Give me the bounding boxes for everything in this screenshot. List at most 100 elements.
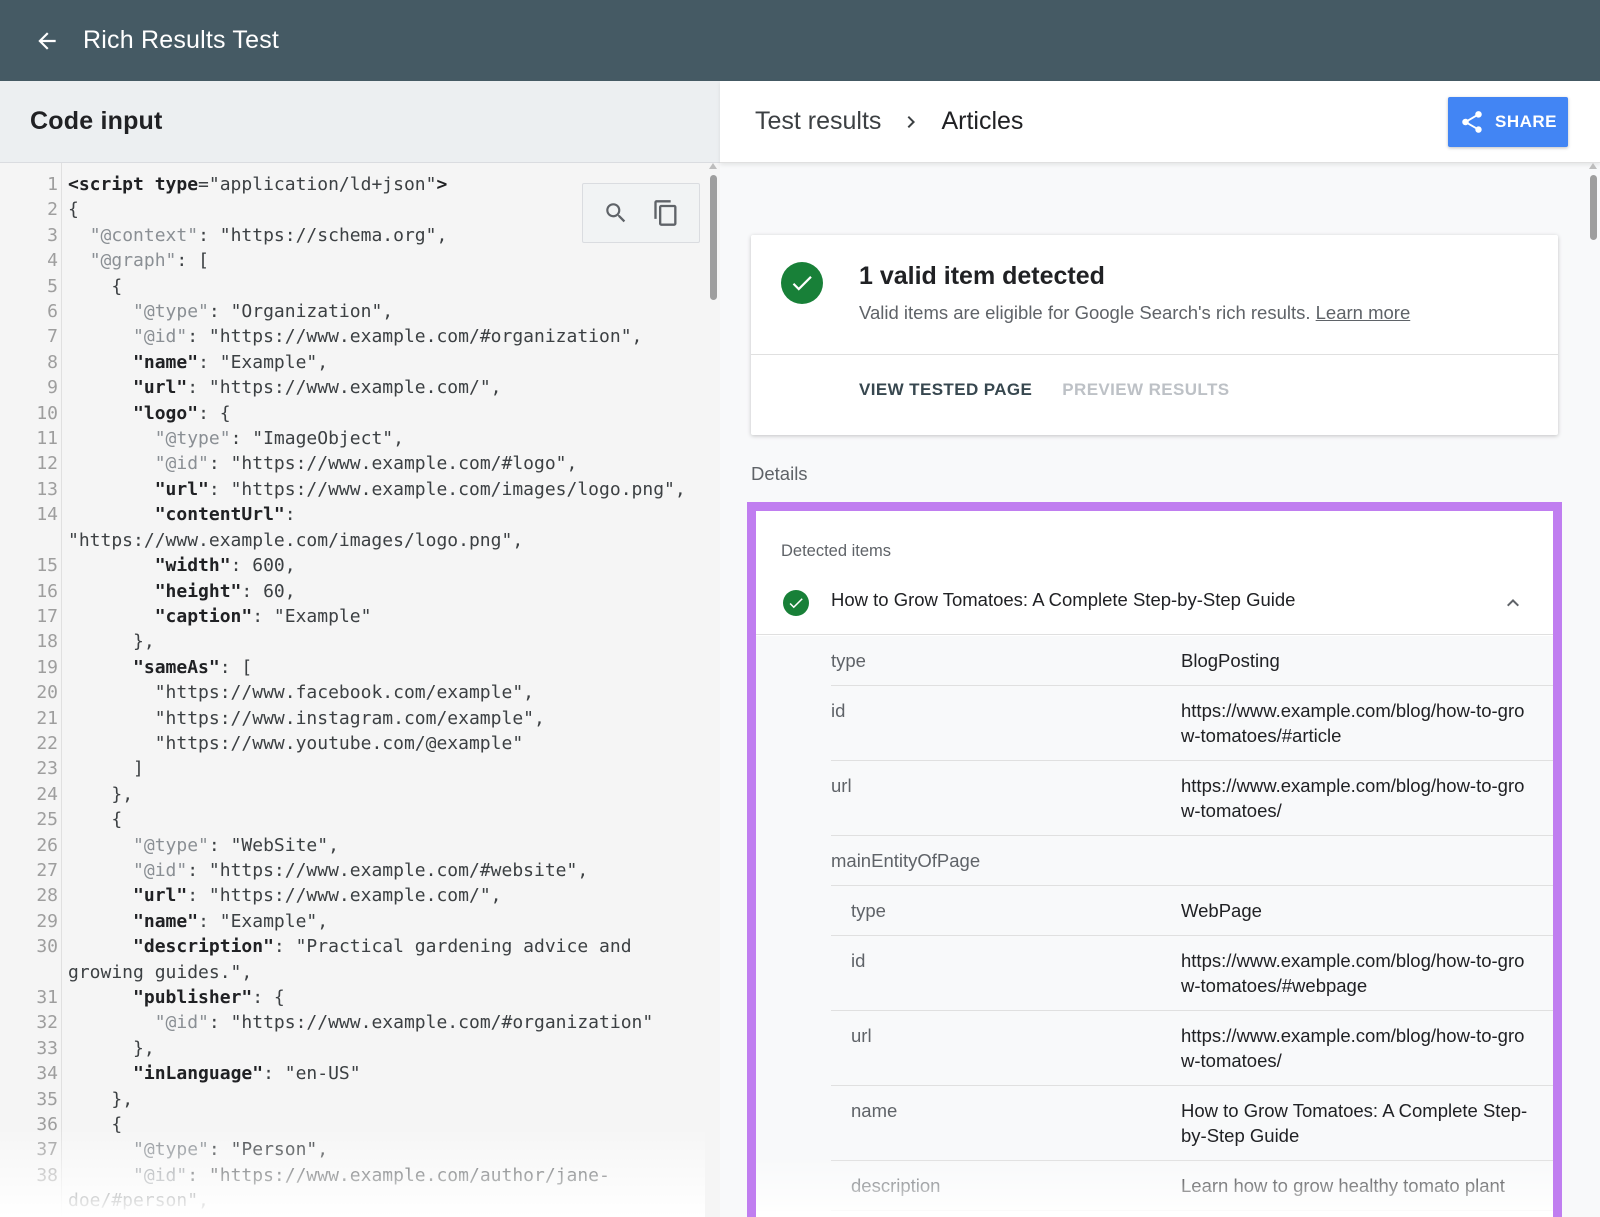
code-input-header: Code input [0, 81, 720, 163]
detected-items-card: Detected items How to Grow Tomatoes: A C… [747, 502, 1562, 1217]
back-arrow-icon[interactable] [29, 23, 65, 59]
share-button[interactable]: SHARE [1448, 97, 1568, 147]
code-line: 8 "name": "Example", [0, 350, 700, 375]
code-line: 12 "@id": "https://www.example.com/#logo… [0, 451, 700, 476]
code-text: ] [68, 758, 144, 780]
line-number: 24 [36, 783, 58, 805]
test-results-panel: Test results Articles SHARE 1 valid item… [720, 81, 1600, 1217]
property-value: https://www.example.com/blog/how-to-grow… [1181, 700, 1525, 746]
code-line: 19 "sameAs": [ [0, 655, 700, 680]
search-icon[interactable] [599, 196, 633, 230]
code-text: "contentUrl": [154, 504, 296, 526]
property-row: id https://www.example.com/blog/how-to-gr… [831, 686, 1553, 761]
line-number: 30 [36, 936, 58, 958]
code-text: doe/#person", [68, 1190, 209, 1212]
line-number: 25 [36, 809, 58, 831]
line-number: 6 [47, 301, 58, 323]
detected-item-row[interactable]: How to Grow Tomatoes: A Complete Step-by… [756, 583, 1553, 635]
code-content[interactable]: 1 <script type="application/ld+json"> 2{3 … [0, 172, 700, 1214]
code-text: "@type": "WebSite", [133, 834, 339, 856]
code-text: "sameAs": [ [133, 656, 253, 678]
check-circle-icon [781, 262, 823, 304]
line-number: 33 [36, 1037, 58, 1059]
line-number: 16 [36, 580, 58, 602]
line-number: 22 [36, 732, 58, 754]
code-text: "@id": "https://www.example.com/#organiz… [133, 326, 643, 348]
line-number: 35 [36, 1088, 58, 1110]
property-key: id [851, 950, 866, 971]
code-line: 9 "url": "https://www.example.com/", [0, 375, 700, 400]
results-header: Test results Articles SHARE [720, 81, 1600, 163]
scroll-up-arrow-icon[interactable] [1589, 163, 1597, 169]
code-line: 17 "caption": "Example" [0, 604, 700, 629]
valid-items-description: Valid items are eligible for Google Sear… [859, 302, 1311, 323]
property-value: https://www.example.com/blog/how-to-grow… [1181, 1025, 1525, 1071]
code-line: 16 "height": 60, [0, 579, 700, 604]
property-value: BlogPosting [1181, 650, 1280, 671]
property-row: mainEntityOfPage [831, 836, 1553, 886]
code-text: "caption": "Example" [154, 605, 372, 627]
code-text: "inLanguage": "en-US" [133, 1063, 361, 1085]
code-line: 20 "https://www.facebook.com/example", [0, 680, 700, 705]
line-number: 32 [36, 1012, 58, 1034]
code-line: 13 "url": "https://www.example.com/image… [0, 477, 700, 502]
code-text: "width": 600, [154, 555, 296, 577]
valid-items-subtitle: Valid items are eligible for Google Sear… [859, 302, 1410, 324]
chevron-right-icon [899, 110, 923, 134]
line-number [0, 1188, 58, 1213]
code-text: { [68, 275, 123, 297]
code-line: 35 }, [0, 1087, 700, 1112]
property-key: url [831, 775, 852, 796]
code-text: "https://www.example.com/images/logo.png… [68, 529, 524, 551]
detected-items-label: Detected items [781, 542, 892, 560]
line-number: 28 [36, 885, 58, 907]
code-line: 34 "inLanguage": "en-US" [0, 1061, 700, 1086]
code-scrollbar[interactable] [706, 163, 720, 1217]
property-row: url https://www.example.com/blog/how-to-g… [831, 1011, 1553, 1086]
scroll-up-arrow-icon[interactable] [709, 163, 717, 169]
details-label: Details [751, 463, 808, 484]
property-value: How to Grow Tomatoes: A Complete Step-by… [1181, 1100, 1528, 1146]
code-line: 25 { [0, 807, 700, 832]
code-line: 30 "description": "Practical gardening a… [0, 934, 700, 959]
line-number: 20 [36, 682, 58, 704]
app-title: Rich Results Test [83, 26, 280, 54]
learn-more-link[interactable]: Learn more [1316, 302, 1411, 323]
code-text: "url": "https://www.example.com/images/l… [154, 478, 686, 500]
code-line: growing guides.", [0, 960, 700, 985]
code-line: 31 "publisher": { [0, 985, 700, 1010]
code-text: "@type": "ImageObject", [154, 428, 404, 450]
line-number: 7 [47, 326, 58, 348]
property-value: https://www.example.com/blog/how-to-grow… [1181, 950, 1525, 996]
line-number: 34 [36, 1063, 58, 1085]
preview-results-button[interactable]: PREVIEW RESULTS [1062, 380, 1229, 400]
code-text: "publisher": { [133, 987, 285, 1008]
code-text: "description": "Practical gardening advi… [133, 936, 632, 958]
results-scrollbar[interactable] [1586, 163, 1600, 1217]
valid-items-title: 1 valid item detected [859, 262, 1105, 290]
code-input-panel: Code input 1 <script type="application/ld… [0, 81, 720, 1217]
code-text: "@graph": [ [89, 250, 209, 272]
line-number: 29 [36, 910, 58, 932]
scrollbar-thumb[interactable] [710, 175, 717, 300]
view-tested-page-button[interactable]: VIEW TESTED PAGE [859, 380, 1032, 400]
code-text: "height": 60, [154, 580, 296, 602]
code-editor[interactable]: 1 <script type="application/ld+json"> 2{3 … [0, 163, 720, 1217]
code-text: "@type": "Person", [133, 1139, 329, 1161]
code-line: 6 "@type": "Organization", [0, 299, 700, 324]
code-line: 29 "name": "Example", [0, 909, 700, 934]
chevron-up-icon[interactable] [1501, 591, 1525, 615]
code-text: "@id": "https://www.example.com/author/j… [133, 1164, 610, 1186]
copy-icon[interactable] [649, 196, 683, 230]
check-circle-icon [783, 590, 809, 616]
code-text: }, [68, 783, 134, 805]
code-line: 15 "width": 600, [0, 553, 700, 578]
property-value: Learn how to grow healthy tomato plant [1181, 1175, 1505, 1196]
scrollbar-thumb[interactable] [1590, 175, 1597, 240]
code-line: 27 "@id": "https://www.example.com/#webs… [0, 858, 700, 883]
property-row: description Learn how to grow healthy tom… [831, 1161, 1553, 1211]
property-key: mainEntityOfPage [831, 850, 981, 871]
breadcrumb-test-results[interactable]: Test results [755, 107, 881, 136]
line-number: 8 [47, 351, 58, 373]
code-line: 24 }, [0, 782, 700, 807]
